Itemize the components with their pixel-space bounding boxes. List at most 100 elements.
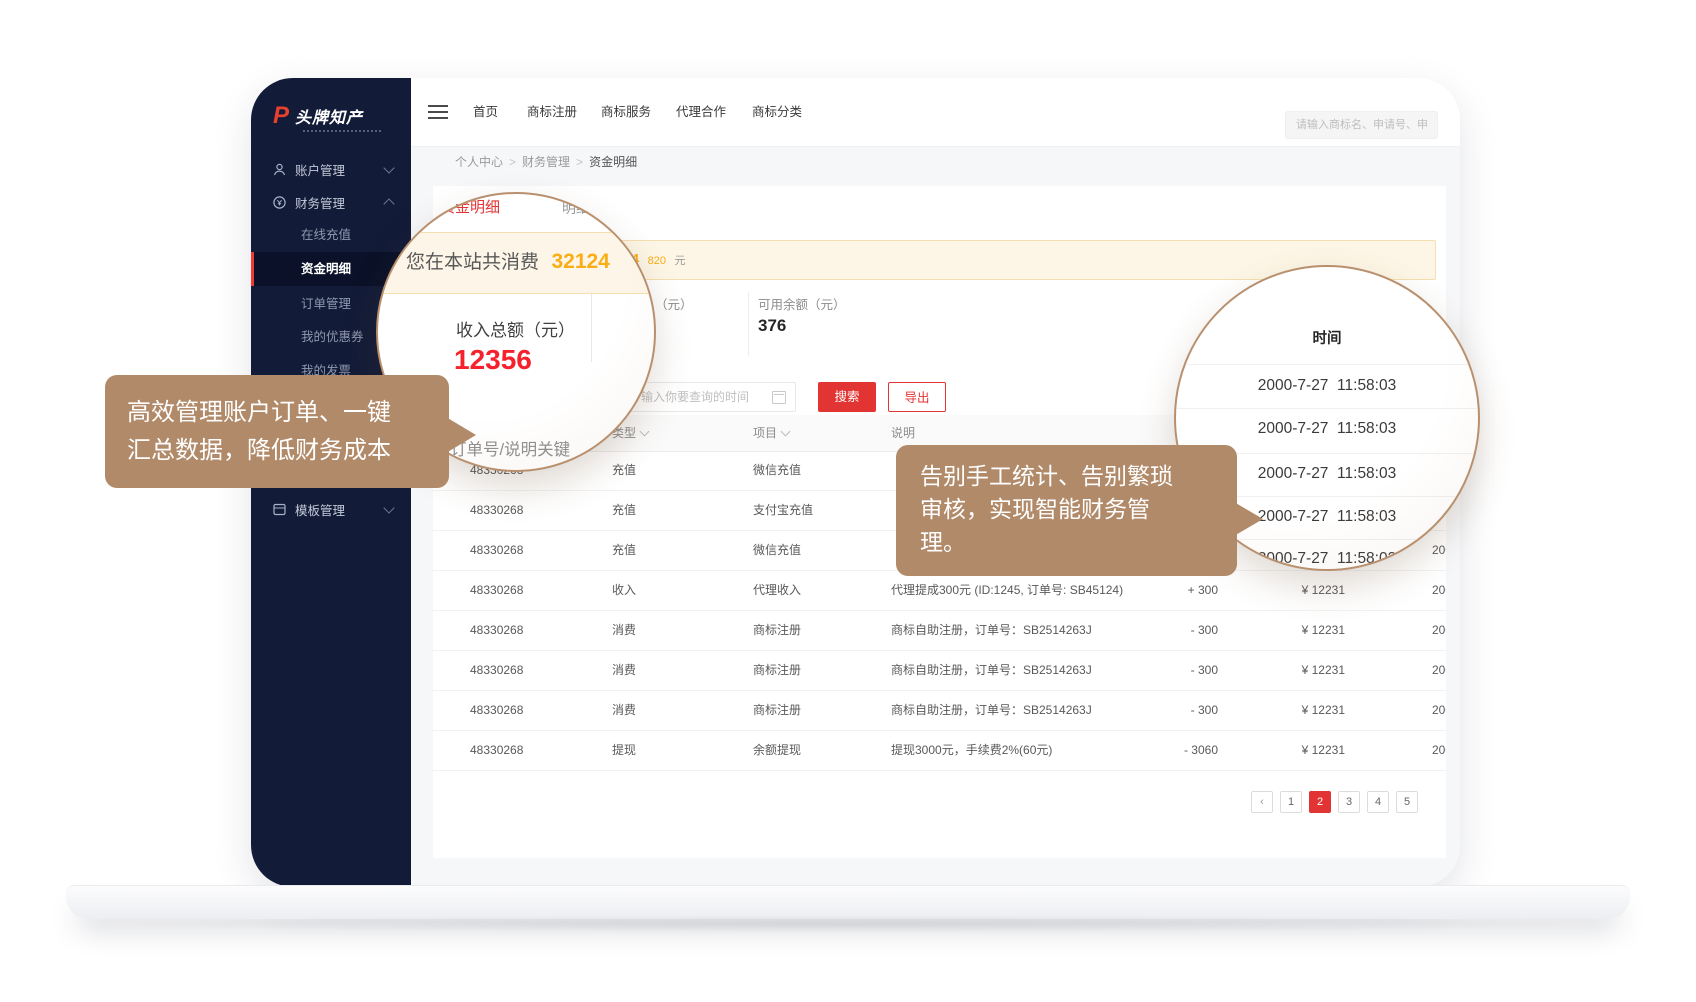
cell-time: 2000-7-27 11:58:03: [1432, 691, 1446, 730]
cell-project: 微信充值: [753, 531, 801, 570]
pagination: ‹ 1 2 3 4 5: [1251, 791, 1418, 813]
lens-row-divider: [1176, 408, 1478, 409]
col-project-header[interactable]: 项目: [753, 415, 789, 451]
laptop-base: [66, 885, 1630, 919]
cell-order-id: 48330268: [470, 691, 523, 730]
cell-order-id: 48330268: [470, 531, 523, 570]
sidebar-item-label: 财务管理: [295, 193, 345, 212]
cell-desc: 商标自助注册，订单号：SB2514263J: [891, 691, 1092, 730]
cell-order-id: 48330268: [470, 611, 523, 650]
cell-type: 收入: [612, 571, 636, 610]
sidebar-item-coupons[interactable]: 我的优惠券: [301, 324, 364, 350]
lens-income-label: 收入总额（元）: [456, 316, 575, 341]
cell-desc: 代理提成300元 (ID:1245, 订单号: SB45124): [891, 571, 1123, 610]
callout-line: 理。: [920, 526, 1237, 559]
cell-type: 消费: [612, 691, 636, 730]
cell-project: 商标注册: [753, 651, 801, 690]
banner-unit: 元: [674, 255, 685, 267]
cell-project: 代理收入: [753, 571, 801, 610]
cell-amount: - 3060: [1118, 731, 1218, 770]
sidebar-item-template[interactable]: 模板管理: [251, 494, 411, 524]
callout-pointer: [446, 417, 476, 453]
pagination-page-4[interactable]: 4: [1367, 791, 1389, 813]
pagination-page-2[interactable]: 2: [1309, 791, 1331, 813]
sort-icon: [781, 427, 791, 437]
lens-income-value: 12356: [454, 344, 532, 376]
stat-balance-value: 376: [758, 316, 786, 336]
cell-type: 提现: [612, 731, 636, 770]
cell-order-id: 48330268: [470, 491, 523, 530]
pagination-page-3[interactable]: 3: [1338, 791, 1360, 813]
sidebar-item-fund-detail[interactable]: 资金明细: [301, 256, 351, 282]
sidebar-item-finance[interactable]: 财务管理: [251, 187, 411, 217]
breadcrumb-separator: >: [576, 155, 583, 169]
lens-tab-fragment: 明细: [562, 198, 590, 218]
nav-agency[interactable]: 代理合作: [676, 78, 726, 146]
cell-time: 2000-7-27 11:58:03: [1432, 611, 1446, 650]
cell-desc: 商标自助注册，订单号：SB2514263J: [891, 651, 1092, 690]
cell-order-id: 48330268: [470, 731, 523, 770]
sort-icon: [640, 427, 650, 437]
active-item-indicator: [251, 252, 254, 286]
brand-tagline: [303, 130, 381, 132]
cell-project: 商标注册: [753, 611, 801, 650]
chevron-up-icon: [383, 198, 394, 209]
sidebar-item-account[interactable]: 账户管理: [251, 154, 411, 184]
cell-amount: + 300: [1118, 571, 1218, 610]
sidebar-item-recharge[interactable]: 在线充值: [301, 222, 351, 248]
brand-name: 头牌知产: [295, 104, 363, 128]
cell-desc: 提现3000元，手续费2%(60元): [891, 731, 1052, 770]
export-button[interactable]: 导出: [888, 382, 946, 412]
finance-icon: [272, 195, 287, 210]
search-button[interactable]: 搜索: [818, 382, 876, 412]
cell-order-id: 48330268: [470, 571, 523, 610]
topbar: 首页 商标注册 商标服务 代理合作 商标分类: [411, 78, 1460, 146]
time-query-input[interactable]: [629, 383, 769, 411]
callout-line: 汇总数据，降低财务成本: [127, 432, 449, 470]
pagination-page-1[interactable]: 1: [1280, 791, 1302, 813]
cell-amount: - 300: [1118, 611, 1218, 650]
cell-balance: ¥ 12231: [1245, 731, 1345, 770]
menu-icon[interactable]: [428, 105, 448, 119]
brand-logo[interactable]: P 头牌知产: [273, 104, 363, 128]
page: P 头牌知产 账户管理 财务管理 在线充值 资金明细: [0, 0, 1696, 1002]
sidebar-item-label: 账户管理: [295, 160, 345, 179]
callout-pointer: [1234, 502, 1263, 536]
lens-banner-amount: 32124: [551, 250, 609, 273]
callout-line: 审核，实现智能财务管: [920, 493, 1237, 526]
pagination-page-5[interactable]: 5: [1396, 791, 1418, 813]
user-icon: [272, 162, 287, 177]
cell-type: 充值: [612, 491, 636, 530]
nav-tm-register[interactable]: 商标注册: [527, 78, 577, 146]
breadcrumb-separator: >: [509, 155, 516, 169]
cell-desc: 商标自助注册，订单号：SB2514263J: [891, 611, 1092, 650]
cell-balance: ¥ 12231: [1245, 691, 1345, 730]
cell-project: 支付宝充值: [753, 491, 813, 530]
nav-home[interactable]: 首页: [473, 78, 498, 146]
lens-time-header: 时间: [1176, 327, 1478, 348]
breadcrumb-bar: 个人中心>财务管理>资金明细: [411, 146, 1460, 177]
sidebar-item-label: 模板管理: [295, 500, 345, 519]
global-search: [1285, 111, 1438, 139]
breadcrumb-item[interactable]: 财务管理: [522, 155, 570, 169]
table-row: 48330268 提现 余额提现 提现3000元，手续费2%(60元) - 30…: [433, 731, 1446, 771]
lens-stat-divider: [591, 292, 592, 362]
cell-type: 充值: [612, 451, 636, 490]
stat-divider: [748, 292, 749, 356]
sidebar-item-orders[interactable]: 订单管理: [301, 291, 351, 317]
calendar-icon[interactable]: [772, 391, 786, 404]
lens-banner: 您在本站共消费 32124: [376, 232, 656, 294]
cell-time: 2000-7-27 11:58:03: [1432, 571, 1446, 610]
time-query-field: [628, 382, 796, 412]
cell-order-id: 48330268: [470, 651, 523, 690]
global-search-input[interactable]: [1286, 112, 1437, 138]
cell-balance: ¥ 12231: [1245, 651, 1345, 690]
lens-row-divider: [1176, 364, 1478, 365]
pagination-prev[interactable]: ‹: [1251, 791, 1273, 813]
brand-mark-icon: P: [273, 105, 289, 127]
nav-tm-category[interactable]: 商标分类: [752, 78, 802, 146]
nav-tm-service[interactable]: 商标服务: [601, 78, 651, 146]
cell-time: 2000-7-27 11:58:03: [1432, 731, 1446, 770]
breadcrumb-item[interactable]: 个人中心: [455, 155, 503, 169]
cell-project: 商标注册: [753, 691, 801, 730]
